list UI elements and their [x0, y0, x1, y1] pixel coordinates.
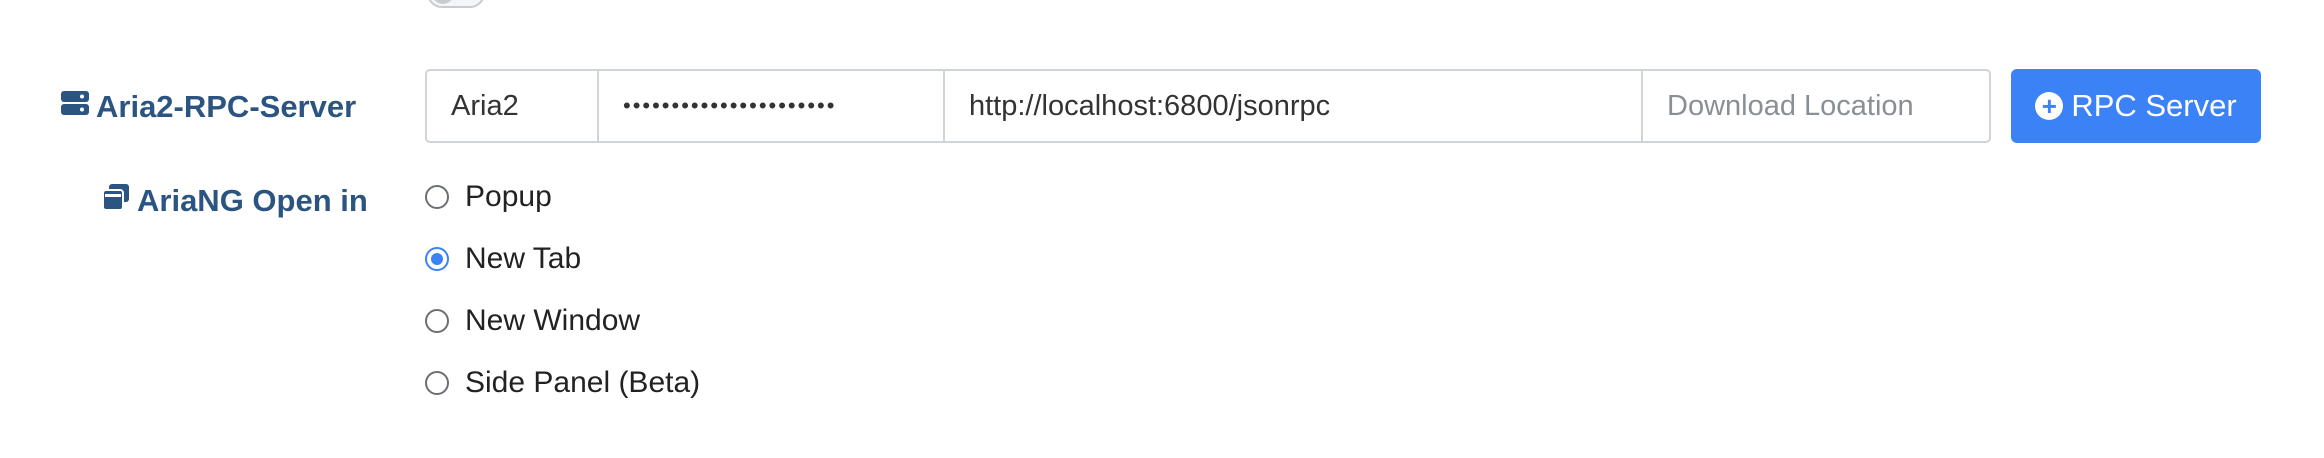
- rpc-secret-field[interactable]: ••••••••••••••••••••••: [597, 69, 945, 143]
- option-new-tab-label: New Tab: [465, 242, 582, 275]
- plus-circle-icon: +: [2035, 92, 2064, 120]
- option-new-tab[interactable]: New Tab: [425, 238, 700, 280]
- add-rpc-server-label: RPC Server: [2071, 88, 2237, 123]
- toggle-knob: [432, 0, 454, 4]
- rpc-url-field[interactable]: [943, 69, 1643, 143]
- option-new-window-label: New Window: [465, 304, 641, 337]
- server-icon: [60, 89, 90, 125]
- radio-new-window[interactable]: [425, 309, 449, 333]
- radio-side-panel[interactable]: [425, 371, 449, 395]
- option-side-panel-label: Side Panel (Beta): [465, 366, 701, 399]
- option-side-panel[interactable]: Side Panel (Beta): [425, 362, 700, 404]
- radio-new-tab[interactable]: [425, 247, 449, 271]
- window-restore-icon: [101, 182, 131, 220]
- rpc-input-group: ••••••••••••••••••••••: [425, 69, 1991, 143]
- open-in-label-row: AriaNG Open in: [101, 180, 368, 222]
- open-in-label: AriaNG Open in: [137, 183, 368, 218]
- add-rpc-server-button[interactable]: + RPC Server: [2011, 69, 2261, 143]
- partial-toggle-switch[interactable]: [427, 0, 485, 8]
- option-popup-label: Popup: [465, 180, 552, 213]
- rpc-server-label-row: Aria2-RPC-Server: [60, 86, 356, 128]
- settings-panel: Aria2-RPC-Server •••••••••••••••••••••• …: [0, 0, 2324, 458]
- rpc-name-field[interactable]: [425, 69, 599, 143]
- option-popup[interactable]: Popup: [425, 176, 700, 218]
- open-in-options: Popup New Tab New Window Side Panel (Bet…: [425, 176, 700, 424]
- rpc-server-label: Aria2-RPC-Server: [96, 89, 357, 124]
- option-new-window[interactable]: New Window: [425, 300, 700, 342]
- download-location-field[interactable]: [1641, 69, 1991, 143]
- radio-popup[interactable]: [425, 185, 449, 209]
